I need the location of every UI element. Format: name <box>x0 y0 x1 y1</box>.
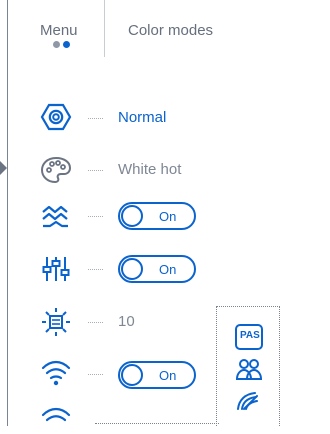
sliders-toggle[interactable]: On <box>118 255 196 283</box>
brightness-icon <box>38 306 74 338</box>
status-panel: PAS <box>216 306 280 426</box>
toggle-label: On <box>159 209 177 224</box>
tab-color-modes[interactable]: Color modes <box>128 22 213 39</box>
wifi-icon <box>38 356 74 388</box>
wifi-toggle[interactable]: On <box>118 361 196 389</box>
row-leader <box>88 269 103 270</box>
tab-divider <box>104 0 105 57</box>
toggle-knob <box>121 205 143 227</box>
wave-icon <box>38 200 74 232</box>
row-leader <box>88 216 103 217</box>
tab-menu[interactable]: Menu <box>40 22 78 39</box>
hex-nut-icon <box>38 101 74 133</box>
toggle-label: On <box>159 262 177 277</box>
page-dot-active <box>63 41 70 48</box>
pas-label: PAS <box>240 330 260 341</box>
toggle-knob <box>121 364 143 386</box>
palette-icon <box>38 154 74 186</box>
users-icon <box>233 356 265 384</box>
toggle-label: On <box>159 368 177 383</box>
page-indicator <box>53 41 77 49</box>
gauge-icon <box>233 387 265 415</box>
left-edge-divider <box>7 0 8 426</box>
row-leader <box>88 170 103 171</box>
bottom-divider <box>95 423 219 424</box>
top-navigation: Menu Color modes <box>0 0 330 64</box>
wifi-partial-icon <box>38 402 74 434</box>
wave-toggle[interactable]: On <box>118 202 196 230</box>
pas-icon: PAS <box>233 323 265 351</box>
page-dot-inactive <box>53 41 60 48</box>
current-item-marker <box>0 161 7 175</box>
row-leader <box>88 374 103 375</box>
sliders-icon <box>38 253 74 285</box>
mode-value[interactable]: Normal <box>118 109 166 126</box>
row-leader <box>88 118 103 119</box>
palette-value[interactable]: White hot <box>118 161 181 178</box>
toggle-knob <box>121 258 143 280</box>
brightness-value[interactable]: 10 <box>118 313 135 330</box>
row-leader <box>88 322 103 323</box>
